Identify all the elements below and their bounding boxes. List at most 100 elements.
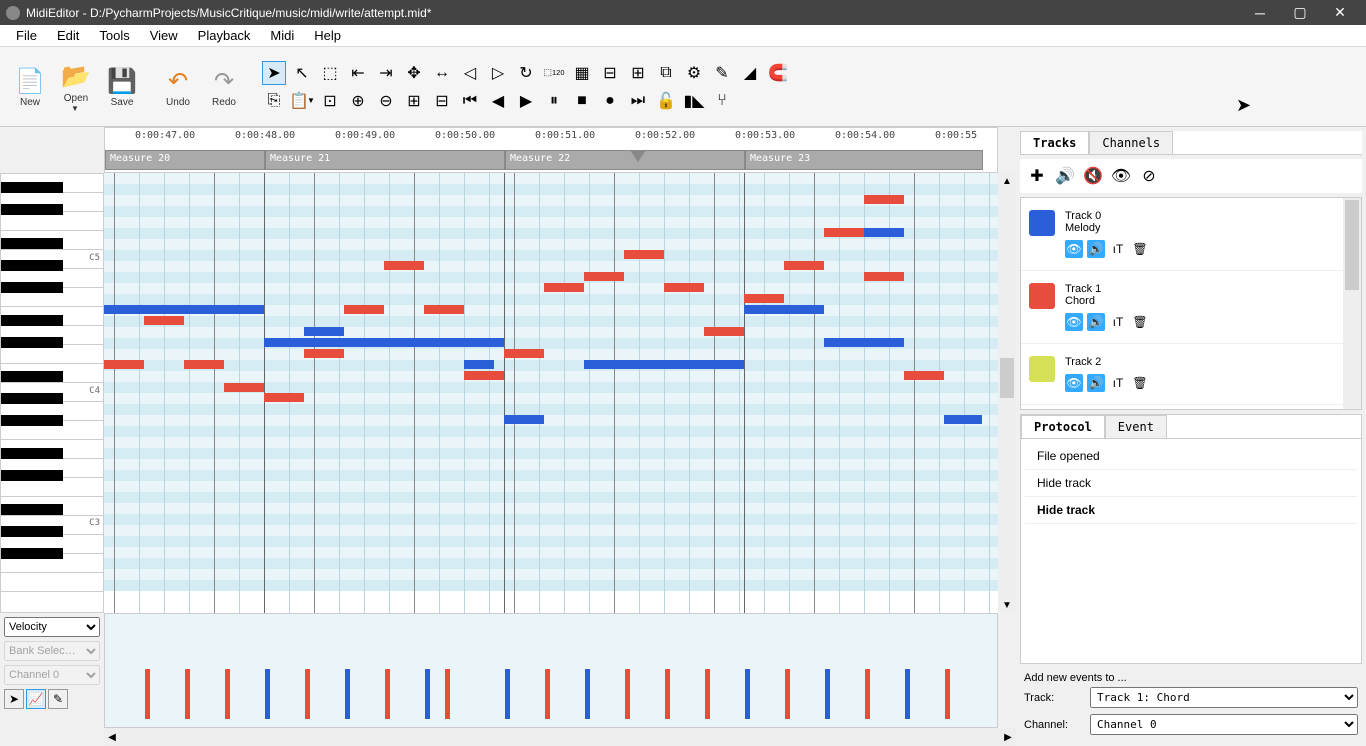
velocity-bar[interactable]: [145, 669, 150, 719]
tool-open[interactable]: 📂Open▼: [54, 61, 98, 113]
tool-zoom-fit-h[interactable]: ⊞: [402, 89, 426, 113]
track-visible-icon[interactable]: 👁: [1110, 165, 1132, 187]
tool-grid[interactable]: ▦: [570, 61, 594, 85]
track-show-all-icon[interactable]: 🔊: [1054, 165, 1076, 187]
velocity-bar[interactable]: [665, 669, 670, 719]
velocity-bar[interactable]: [745, 669, 750, 719]
tool-metronome[interactable]: ▮◣: [682, 89, 706, 113]
tool-pointer[interactable]: ➤: [262, 61, 286, 85]
scroll-up-arrow[interactable]: ▲: [998, 173, 1016, 189]
minimize-button[interactable]: ─: [1240, 0, 1280, 25]
midi-note[interactable]: [304, 349, 344, 358]
menu-edit[interactable]: Edit: [47, 28, 89, 43]
midi-note[interactable]: [664, 283, 704, 292]
track-audible-icon[interactable]: 🔊: [1087, 313, 1105, 331]
playhead-icon[interactable]: [630, 150, 646, 162]
tool-nudge-right[interactable]: ▷: [486, 61, 510, 85]
track-rename-icon[interactable]: ıT: [1109, 313, 1127, 331]
midi-note[interactable]: [584, 360, 744, 369]
velocity-bar[interactable]: [545, 669, 550, 719]
protocol-item[interactable]: Hide track: [1025, 470, 1357, 497]
velocity-bar[interactable]: [225, 669, 230, 719]
track-hidden-icon[interactable]: ⊘: [1138, 165, 1160, 187]
midi-note[interactable]: [744, 294, 784, 303]
tab-protocol[interactable]: Protocol: [1021, 415, 1105, 438]
menu-playback[interactable]: Playback: [188, 28, 261, 43]
tool-skip-start[interactable]: ⏮: [458, 89, 482, 113]
tool-zoom-out[interactable]: ⊖: [374, 89, 398, 113]
tool-zoom-in[interactable]: ⊕: [346, 89, 370, 113]
scroll-thumb[interactable]: [1000, 358, 1014, 398]
protocol-item[interactable]: Hide track: [1025, 497, 1357, 524]
midi-note[interactable]: [904, 371, 944, 380]
midi-note[interactable]: [744, 305, 824, 314]
piano-keyboard[interactable]: C5C4C3: [0, 173, 104, 613]
tool-merge[interactable]: ⧉: [654, 61, 678, 85]
track-select[interactable]: Track 1: Chord: [1090, 687, 1358, 708]
tool-quantize[interactable]: ⬚120: [542, 61, 566, 85]
tool-lock[interactable]: 🔓: [654, 89, 678, 113]
velocity-bar[interactable]: [385, 669, 390, 719]
channel-select[interactable]: Channel 0: [4, 665, 100, 685]
midi-note[interactable]: [264, 338, 504, 347]
tool-stop[interactable]: ■: [570, 89, 594, 113]
tool-pause[interactable]: ⏸: [542, 89, 566, 113]
midi-note[interactable]: [944, 415, 982, 424]
midi-note[interactable]: [704, 327, 744, 336]
tool-eraser[interactable]: ◢: [738, 61, 762, 85]
timeline[interactable]: 0:00:47.000:00:48.000:00:49.000:00:50.00…: [104, 127, 998, 173]
track-visible-icon[interactable]: 👁: [1065, 240, 1083, 258]
midi-note[interactable]: [464, 360, 494, 369]
channel-select-2[interactable]: Channel 0: [1090, 714, 1358, 735]
track-audible-icon[interactable]: 🔊: [1087, 374, 1105, 392]
velocity-bar[interactable]: [425, 669, 430, 719]
tool-loop[interactable]: ↻: [514, 61, 538, 85]
velocity-bar[interactable]: [305, 669, 310, 719]
velocity-select[interactable]: Velocity: [4, 617, 100, 637]
velocity-bar[interactable]: [865, 669, 870, 719]
track-rename-icon[interactable]: ıT: [1109, 240, 1127, 258]
tool-align-left[interactable]: ⇤: [346, 61, 370, 85]
maximize-button[interactable]: ▢: [1280, 0, 1320, 25]
midi-note[interactable]: [104, 305, 264, 314]
velocity-bar[interactable]: [585, 669, 590, 719]
menu-midi[interactable]: Midi: [260, 28, 304, 43]
track-item[interactable]: Track 0 Melody 👁 🔊 ıT 🗑: [1021, 198, 1343, 271]
tool-magnet[interactable]: 🧲: [766, 61, 790, 85]
protocol-item[interactable]: File opened: [1025, 443, 1357, 470]
tab-channels[interactable]: Channels: [1089, 131, 1173, 154]
midi-note[interactable]: [784, 261, 824, 270]
track-rename-icon[interactable]: ıT: [1109, 374, 1127, 392]
velocity-bar[interactable]: [345, 669, 350, 719]
velocity-bar[interactable]: [445, 669, 450, 719]
midi-note[interactable]: [624, 250, 664, 259]
velocity-bar[interactable]: [625, 669, 630, 719]
tool-redo[interactable]: ↷Redo: [202, 65, 246, 108]
note-grid[interactable]: [104, 173, 998, 613]
track-item[interactable]: Track 1 Chord 👁 🔊 ıT 🗑: [1021, 271, 1343, 344]
tool-paste[interactable]: 📋▼: [290, 89, 314, 113]
midi-note[interactable]: [584, 272, 624, 281]
menu-view[interactable]: View: [140, 28, 188, 43]
midi-note[interactable]: [824, 228, 864, 237]
tool-move[interactable]: ✥: [402, 61, 426, 85]
track-delete-icon[interactable]: 🗑: [1131, 240, 1149, 258]
tool-align-right[interactable]: ⇥: [374, 61, 398, 85]
tab-event[interactable]: Event: [1105, 415, 1167, 438]
scroll-right-arrow[interactable]: ▶: [1000, 728, 1016, 746]
velocity-bar[interactable]: [705, 669, 710, 719]
midi-note[interactable]: [304, 327, 344, 336]
tool-save[interactable]: 💾Save: [100, 65, 144, 108]
track-visible-icon[interactable]: 👁: [1065, 374, 1083, 392]
midi-note[interactable]: [424, 305, 464, 314]
tool-skip-end[interactable]: ⏭: [626, 89, 650, 113]
tool-rewind[interactable]: ◀: [486, 89, 510, 113]
horizontal-scrollbar[interactable]: ◀ ▶: [104, 728, 1016, 746]
track-audible-icon[interactable]: 🔊: [1087, 240, 1105, 258]
track-add-icon[interactable]: ✚: [1026, 165, 1048, 187]
track-item[interactable]: Track 2 👁 🔊 ıT 🗑: [1021, 344, 1343, 405]
tool-select-left[interactable]: ↖: [290, 61, 314, 85]
vel-tool-pointer[interactable]: ➤: [4, 689, 24, 709]
velocity-bar[interactable]: [825, 669, 830, 719]
track-delete-icon[interactable]: 🗑: [1131, 374, 1149, 392]
